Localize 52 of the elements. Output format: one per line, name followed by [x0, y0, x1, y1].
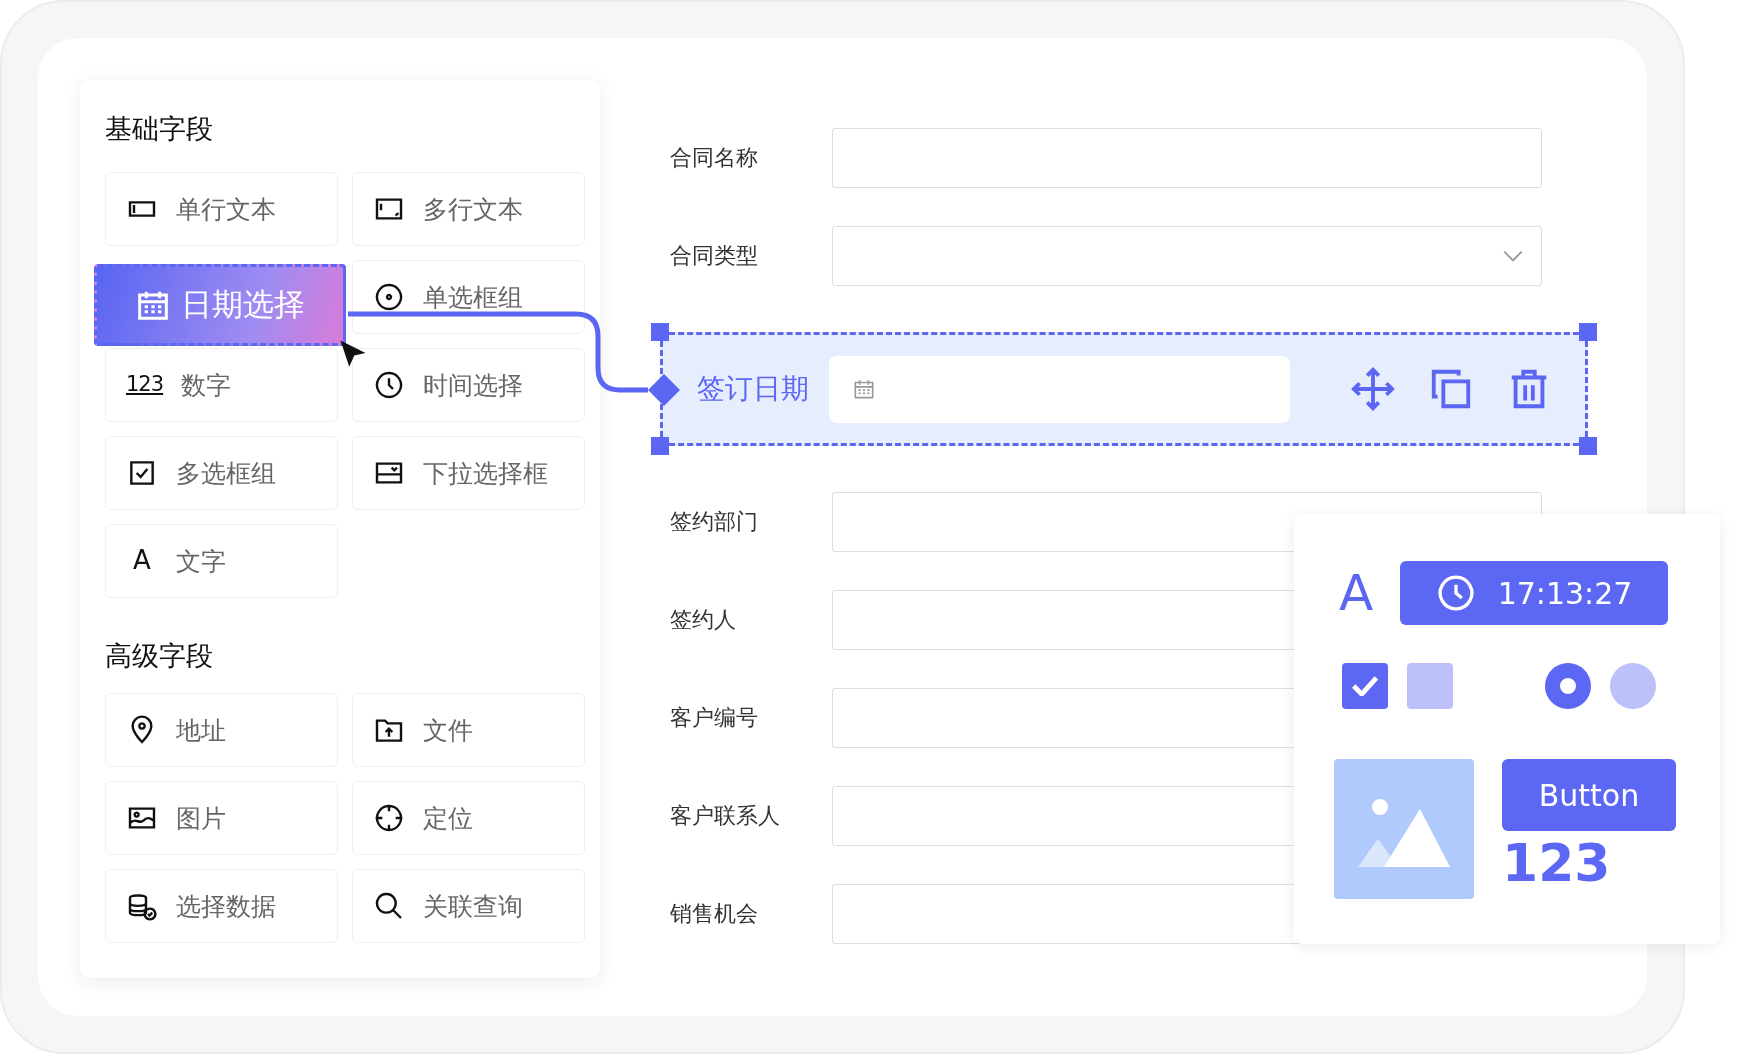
mouse-cursor-icon	[338, 338, 368, 368]
field-label: 销售机会	[670, 900, 759, 928]
check-icon	[1352, 676, 1378, 696]
checkbox[interactable]	[1342, 663, 1388, 709]
checkbox[interactable]	[1407, 663, 1453, 709]
selected-field-frame[interactable]: 签订日期	[660, 332, 1588, 446]
move-icon[interactable]	[1350, 366, 1396, 412]
field-item[interactable]: 下拉选择框	[352, 436, 585, 510]
field-label: 合同名称	[670, 144, 759, 172]
clock-icon	[373, 369, 405, 401]
field-label: 客户联系人	[670, 802, 781, 830]
sample-button[interactable]: Button	[1502, 759, 1676, 831]
field-item[interactable]: 单行文本	[105, 172, 338, 246]
resize-handle[interactable]	[1579, 323, 1597, 341]
dragged-field-item[interactable]: 日期选择	[94, 264, 346, 346]
field-label: 签约人	[670, 606, 737, 634]
section-title: 基础字段	[105, 112, 214, 146]
field-label: 签约部门	[670, 508, 759, 536]
select-field[interactable]	[832, 226, 1542, 286]
radio-icon	[373, 281, 405, 313]
radio-button[interactable]	[1545, 663, 1591, 709]
crosshair-icon	[373, 802, 405, 834]
resize-handle[interactable]	[1579, 437, 1597, 455]
field-item[interactable]: 文件	[352, 693, 585, 767]
clock-icon	[1435, 573, 1476, 613]
section-title: 高级字段	[105, 639, 214, 673]
field-item[interactable]: 多行文本	[352, 172, 585, 246]
field-label: 合同类型	[670, 242, 759, 270]
field-item[interactable]: 关联查询	[352, 869, 585, 943]
image-placeholder-icon	[1334, 759, 1474, 899]
time-chip: 17:13:27	[1400, 561, 1668, 625]
field-item[interactable]: 图片	[105, 781, 338, 855]
resize-handle[interactable]	[651, 323, 669, 341]
field-item[interactable]: A 文字	[105, 524, 338, 598]
letter-icon: A	[1334, 561, 1378, 625]
radio-button[interactable]	[1610, 663, 1656, 709]
field-item[interactable]: 多选框组	[105, 436, 338, 510]
number-icon: 123	[126, 372, 164, 398]
field-item[interactable]: 定位	[352, 781, 585, 855]
resize-handle[interactable]	[651, 437, 669, 455]
field-item[interactable]: 选择数据	[105, 869, 338, 943]
number-sample: 123	[1502, 832, 1611, 895]
field-label: 客户编号	[670, 704, 759, 732]
field-item[interactable]: 地址	[105, 693, 338, 767]
field-item[interactable]: 123 数字	[105, 348, 338, 422]
field-item[interactable]: 单选框组	[352, 260, 585, 334]
letter-icon: A	[126, 545, 158, 577]
field-label: 签订日期	[697, 371, 809, 407]
chevron-down-icon	[1503, 250, 1523, 262]
field-item[interactable]: 时间选择	[352, 348, 585, 422]
date-field[interactable]	[829, 355, 1290, 423]
input-field[interactable]	[832, 128, 1542, 188]
